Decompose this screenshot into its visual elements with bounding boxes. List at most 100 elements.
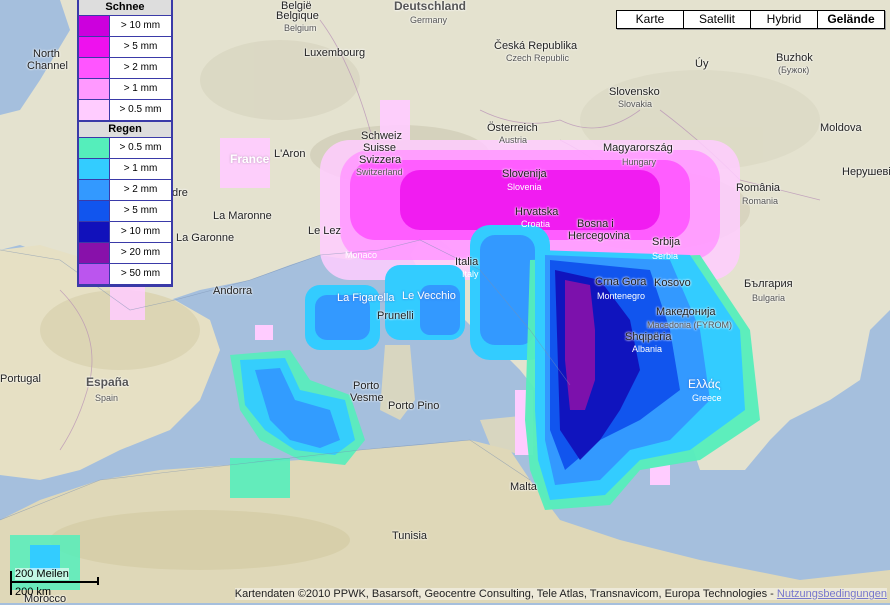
label-slovenia: Slovenia [507, 182, 542, 192]
label-kosovo: Kosovo [654, 277, 691, 289]
label-portugal: Portugal [0, 373, 41, 385]
label-macedonia: Macedonia (FYROM) [647, 320, 733, 330]
legend-rain-swatch [79, 180, 110, 200]
legend-rain-row: > 20 mm [79, 243, 171, 264]
legend-rain-label: > 1 mm [123, 163, 158, 174]
label-espana: España [86, 375, 129, 389]
scale-bar [10, 581, 98, 583]
label-suisse: Suisse [363, 142, 397, 154]
scale-tick-right [97, 577, 99, 585]
label-hrvatska: Hrvatska [515, 206, 559, 218]
label-deutschland: Deutschland [394, 0, 467, 13]
label-crna-gora: Crna Gora [595, 276, 647, 288]
label-spain: Spain [95, 393, 119, 403]
legend-rain-swatch [79, 201, 110, 221]
legend-rain-label: > 50 mm [120, 268, 161, 279]
label-italy: Italy [462, 269, 479, 279]
label-north: North [33, 48, 60, 60]
label-austria: Austria [499, 135, 528, 145]
label-montenegro: Montenegro [597, 291, 646, 301]
legend-snow-swatch [79, 16, 110, 36]
label-le-vecchio: Le Vecchio [402, 290, 456, 302]
legend-rain-swatch [79, 138, 110, 158]
legend-snow-row: > 2 mm [79, 58, 171, 79]
map-type-control: Karte Satellit Hybrid Gelände [616, 10, 885, 29]
legend-rain-title: Regen [79, 121, 171, 138]
legend-rain-row: > 5 mm [79, 201, 171, 222]
map-type-gelaende-button[interactable]: Gelände [817, 10, 885, 29]
scale-miles: 200 Meilen [15, 568, 69, 580]
legend-rain-row: > 1 mm [79, 159, 171, 180]
label-czech: Czech Republic [506, 53, 570, 63]
legend-snow-title: Schnee [79, 0, 171, 16]
label-switzerland: Switzerland [356, 167, 403, 177]
label-laron: L'Aron [274, 148, 306, 160]
scale-km: 200 km [15, 586, 52, 598]
label-bulgaria-cyr: България [744, 278, 793, 290]
legend-snow-label: > 2 mm [123, 62, 158, 73]
label-porto-pino: Porto Pino [388, 400, 440, 412]
label-vesme: Vesme [350, 392, 384, 404]
label-la-maronne: La Maronne [213, 210, 272, 222]
label-svizzera: Svizzera [359, 154, 402, 166]
legend-rain-swatch [79, 243, 110, 263]
copyright-text: Kartendaten ©2010 PPWK, Basarsoft, Geoce… [234, 588, 777, 600]
label-buzhok-sub: (Бужок) [778, 65, 810, 75]
legend-rain-rows: > 0.5 mm > 1 mm > 2 mm > 5 mm > 10 mm > 20 mm… [79, 138, 171, 285]
legend-rain-swatch [79, 222, 110, 242]
precipitation-legend: Schnee > 10 mm > 5 mm > 2 mm > 1 mm > 0.5 mm… [77, 0, 173, 287]
legend-rain-label: > 2 mm [123, 184, 158, 195]
legend-rain-swatch [79, 264, 110, 284]
legend-snow-swatch [79, 58, 110, 78]
legend-snow-row: > 0.5 mm [79, 100, 171, 121]
label-albania: Albania [632, 344, 663, 354]
legend-snow-label: > 1 mm [123, 83, 158, 94]
label-malta: Malta [510, 481, 537, 493]
label-hercegovina: Hercegovina [568, 230, 630, 242]
legend-rain-label: > 10 mm [120, 226, 161, 237]
label-bulgaria: Bulgaria [752, 293, 786, 303]
legend-snow-row: > 10 mm [79, 16, 171, 37]
label-germany: Germany [410, 15, 448, 25]
label-serbia: Serbia [652, 251, 679, 261]
map-type-karte-button[interactable]: Karte [616, 10, 684, 29]
label-romania: România [736, 182, 781, 194]
legend-snow-swatch [79, 100, 110, 120]
label-la-figarella: La Figarella [337, 292, 395, 304]
label-romania-sub: Romania [742, 196, 779, 206]
label-france: France [230, 152, 270, 166]
label-porto: Porto [353, 380, 380, 392]
legend-rain-label: > 20 mm [120, 247, 161, 258]
label-la-garonne: La Garonne [176, 232, 235, 244]
legend-rain-row: > 50 mm [79, 264, 171, 285]
terms-link[interactable]: Nutzungsbedingungen [777, 588, 887, 600]
label-uy: Úy [695, 58, 709, 70]
label-tunisia: Tunisia [392, 530, 428, 542]
label-shqiperia: Shqipëria [625, 331, 672, 343]
label-croatia: Croatia [521, 219, 551, 229]
legend-rain-row: > 0.5 mm [79, 138, 171, 159]
legend-snow-row: > 5 mm [79, 37, 171, 58]
legend-rain-label: > 0.5 mm [119, 142, 162, 153]
legend-snow-row: > 1 mm [79, 79, 171, 100]
label-andorra: Andorra [213, 285, 253, 297]
label-nerushevi: Нерушевій [842, 166, 890, 178]
map-type-satellit-button[interactable]: Satellit [683, 10, 751, 29]
map-type-hybrid-button[interactable]: Hybrid [750, 10, 818, 29]
scale-tick-left [10, 571, 12, 595]
label-buzhok: Buzhok [776, 52, 813, 64]
legend-rain-label: > 5 mm [123, 205, 158, 216]
legend-snow-swatch [79, 79, 110, 99]
label-schweiz: Schweiz [361, 130, 402, 142]
label-osterreich: Österreich [487, 122, 538, 134]
map-copyright: Kartendaten ©2010 PPWK, Basarsoft, Geoce… [234, 588, 887, 600]
label-srbija: Srbija [652, 236, 681, 248]
label-makedonija: Македонија [656, 306, 716, 318]
legend-snow-label: > 5 mm [123, 41, 158, 52]
label-moldova: Moldova [820, 122, 862, 134]
legend-snow-rows: > 10 mm > 5 mm > 2 mm > 1 mm > 0.5 mm [79, 16, 171, 121]
label-dre: dre [172, 187, 188, 199]
label-slovensko: Slovensko [609, 86, 660, 98]
legend-rain-swatch [79, 159, 110, 179]
label-ceska: Česká Republika [494, 40, 578, 52]
